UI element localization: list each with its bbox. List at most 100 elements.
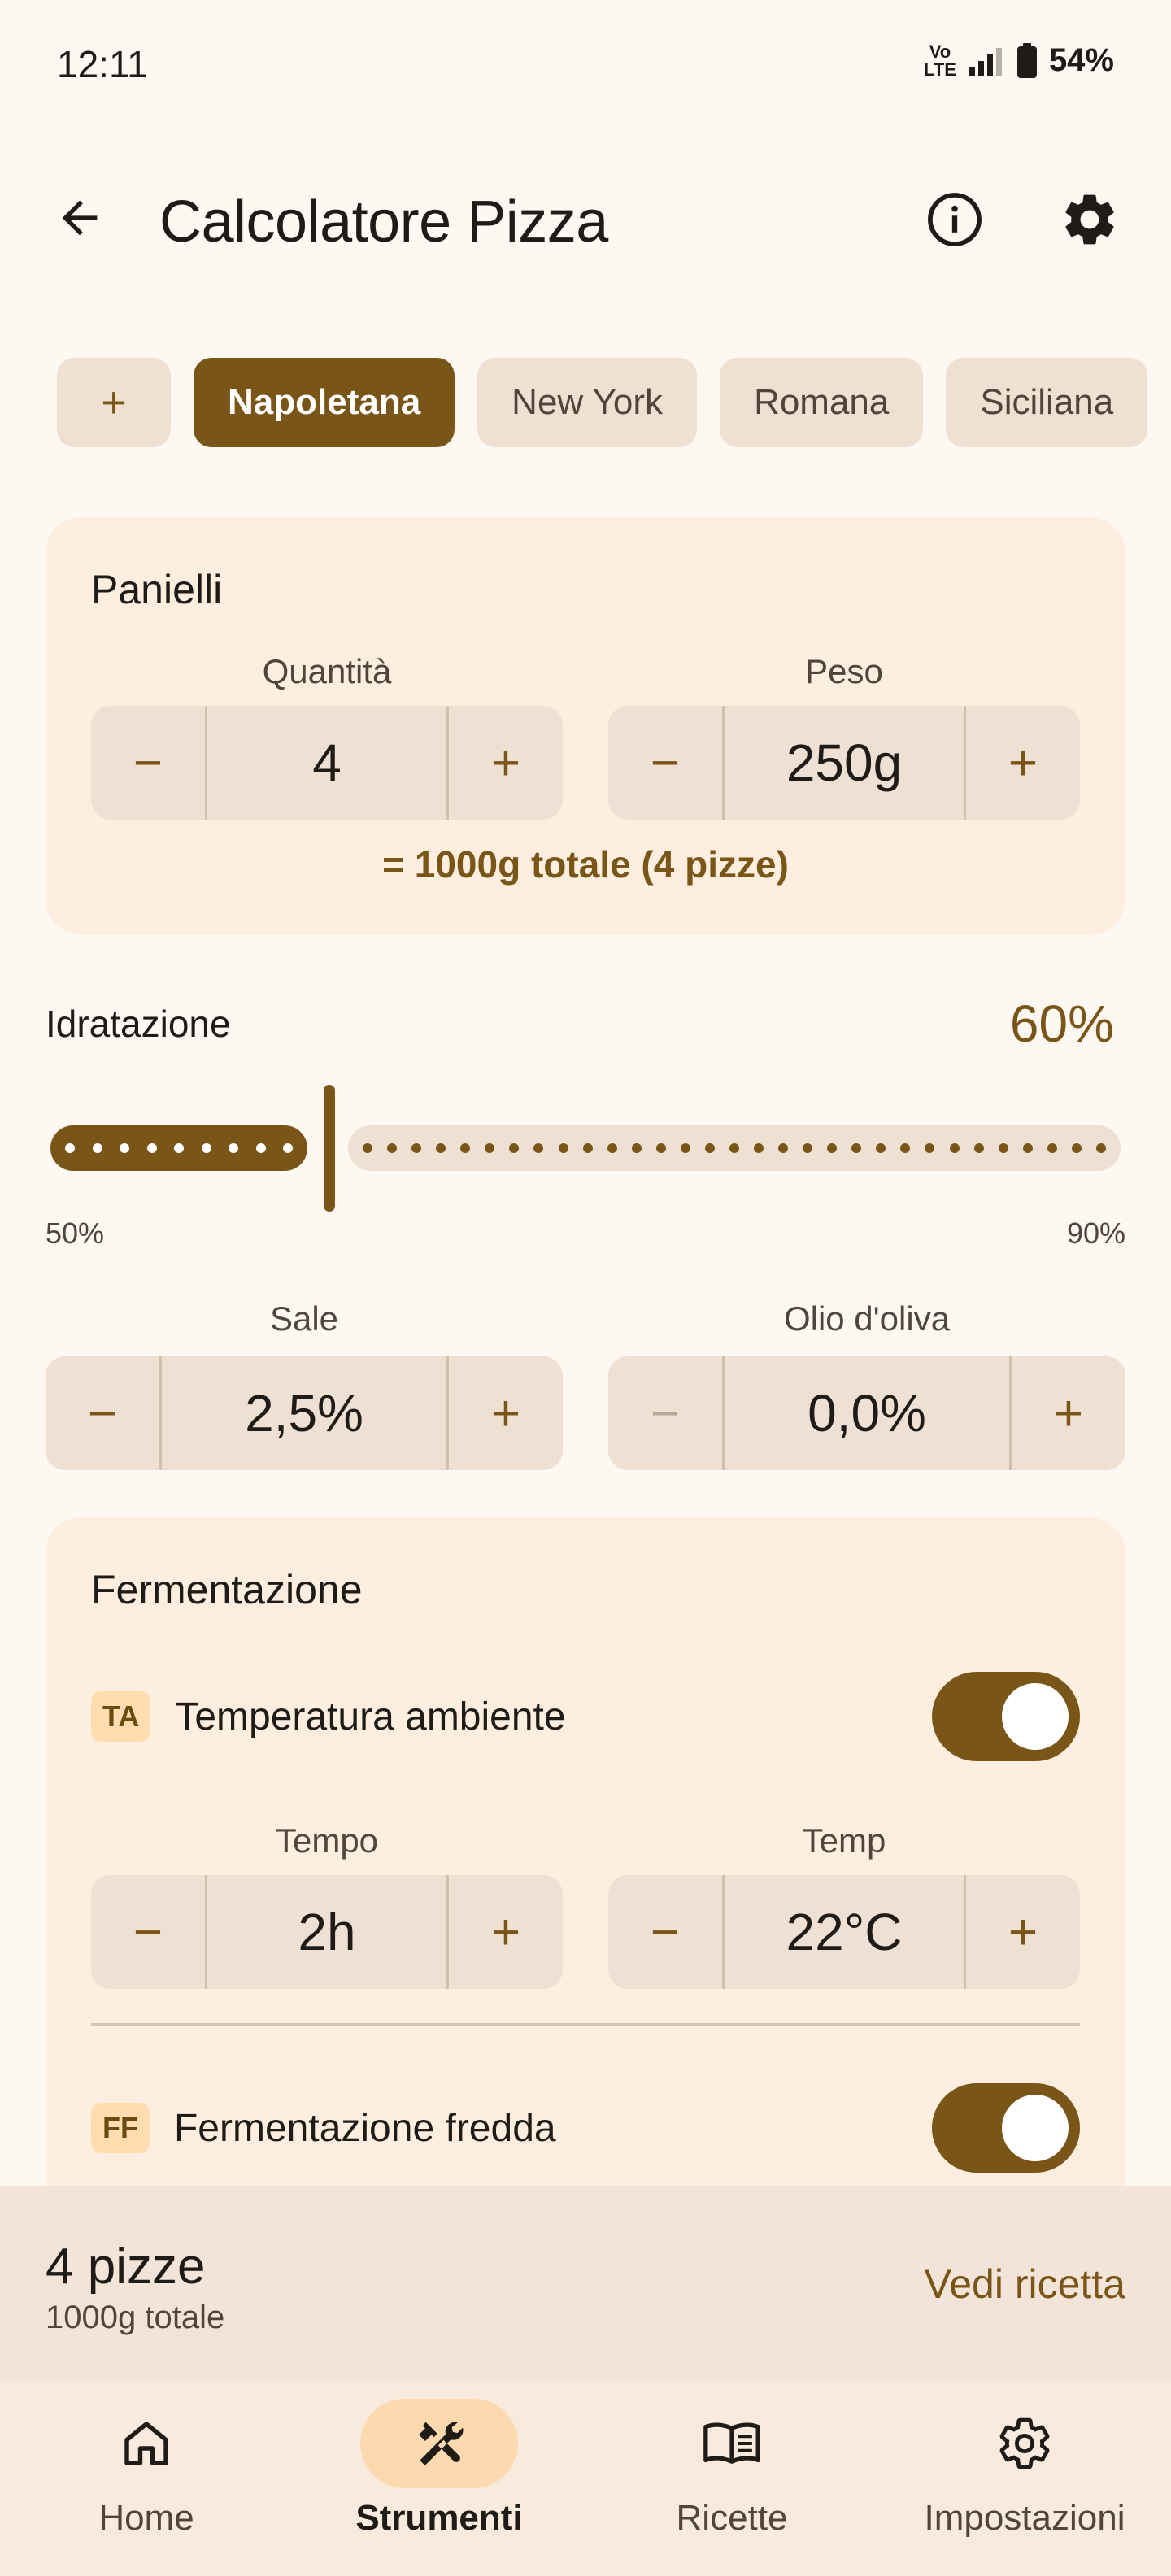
room-temp-row: TA Temperatura ambiente xyxy=(91,1672,1080,1761)
cold-ferm-row: FF Fermentazione fredda xyxy=(91,2083,1080,2173)
nav-label-impostazioni: Impostazioni xyxy=(924,2498,1125,2538)
add-style-button[interactable]: + xyxy=(57,358,171,447)
room-temp-badge: TA xyxy=(91,1691,151,1742)
slider-tick xyxy=(146,1143,157,1153)
hydration-label: Idratazione xyxy=(46,1003,231,1045)
time-plus-button[interactable]: + xyxy=(449,1875,563,1989)
oil-value: 0,0% xyxy=(722,1356,1012,1470)
oil-minus-button[interactable]: − xyxy=(608,1356,722,1470)
slider-tick xyxy=(558,1143,568,1153)
nav-impostazioni[interactable]: Impostazioni xyxy=(878,2381,1171,2576)
volte-icon: Vo LTE xyxy=(923,41,956,80)
time-stepper: − 2h + xyxy=(91,1875,563,1989)
status-icons: Vo LTE 54% xyxy=(924,42,1114,79)
chip-new-york[interactable]: New York xyxy=(477,358,698,447)
nav-home[interactable]: Home xyxy=(0,2381,293,2576)
slider-tick xyxy=(411,1143,422,1153)
slider-tick xyxy=(1071,1143,1082,1153)
view-recipe-button[interactable]: Vedi ricetta xyxy=(925,2261,1125,2308)
weight-minus-button[interactable]: − xyxy=(608,706,722,820)
nav-strumenti[interactable]: Strumenti xyxy=(293,2381,586,2576)
slider-tick xyxy=(533,1143,544,1153)
temp-plus-button[interactable]: + xyxy=(966,1875,1080,1989)
tools-icon xyxy=(419,2422,464,2465)
hydration-value: 60% xyxy=(1009,994,1114,1053)
slider-tick xyxy=(680,1143,690,1153)
temp-minus-button[interactable]: − xyxy=(608,1875,722,1989)
nav-label-ricette: Ricette xyxy=(676,2498,788,2538)
slider-thumb[interactable] xyxy=(324,1085,335,1212)
hydration-min-label: 50% xyxy=(46,1216,105,1250)
hydration-max-label: 90% xyxy=(1066,1216,1125,1250)
info-button[interactable] xyxy=(916,181,994,259)
salt-plus-button[interactable]: + xyxy=(449,1356,563,1470)
slider-track-active xyxy=(50,1125,307,1171)
gear-icon xyxy=(1065,194,1114,245)
summary-title: 4 pizze xyxy=(46,2239,206,2295)
slider-tick xyxy=(120,1143,129,1153)
slider-tick xyxy=(387,1143,398,1153)
settings-button[interactable] xyxy=(1051,181,1129,259)
slider-ticks-inactive xyxy=(348,1125,1121,1171)
battery-icon xyxy=(1016,42,1037,78)
slider-tick xyxy=(582,1143,593,1153)
weight-plus-button[interactable]: + xyxy=(966,706,1080,820)
battery-level: 54% xyxy=(1048,42,1114,78)
summary-subtitle: 1000g totale xyxy=(46,2300,225,2335)
back-button[interactable] xyxy=(46,184,114,252)
slider-tick xyxy=(754,1143,764,1153)
room-temp-switch[interactable] xyxy=(932,1672,1080,1761)
nav-ricette[interactable]: Ricette xyxy=(586,2381,878,2576)
chip-siciliana[interactable]: Siciliana xyxy=(946,358,1148,447)
info-icon xyxy=(928,193,982,246)
temp-label: Temp xyxy=(802,1821,886,1860)
slider-tick xyxy=(363,1143,372,1153)
slider-tick xyxy=(607,1143,617,1153)
home-icon xyxy=(124,2422,168,2465)
slider-tick xyxy=(655,1143,666,1153)
quantity-stepper: − 4 + xyxy=(91,706,563,820)
salt-label: Sale xyxy=(269,1299,339,1338)
slider-tick xyxy=(174,1143,184,1153)
slider-tick xyxy=(803,1143,813,1153)
switch-knob xyxy=(1002,2095,1069,2161)
salt-value: 2,5% xyxy=(159,1356,449,1470)
cold-ferm-switch[interactable] xyxy=(932,2083,1080,2173)
slider-tick xyxy=(255,1143,266,1153)
slider-tick xyxy=(229,1143,238,1153)
cold-ferm-label: Fermentazione fredda xyxy=(173,2106,556,2150)
nav-indicator xyxy=(946,2399,1104,2488)
slider-tick xyxy=(485,1143,495,1153)
quantity-label: Quantità xyxy=(262,652,392,690)
arrow-back-icon xyxy=(62,200,98,236)
oil-stepper: − 0,0% + xyxy=(608,1356,1125,1470)
slider-tick xyxy=(827,1143,838,1153)
slider-tick xyxy=(201,1143,211,1153)
quantity-value: 4 xyxy=(205,706,449,820)
quantity-plus-button[interactable]: + xyxy=(449,706,563,820)
chip-napoletana[interactable]: Napoletana xyxy=(194,358,455,447)
time-label: Tempo xyxy=(275,1821,379,1860)
quantity-minus-button[interactable]: − xyxy=(91,706,205,820)
time-minus-button[interactable]: − xyxy=(91,1875,205,1989)
weight-stepper: − 250g + xyxy=(608,706,1080,820)
nav-label-strumenti: Strumenti xyxy=(355,2498,523,2538)
slider-tick xyxy=(998,1143,1008,1153)
bottom-navigation: Home Strumenti Ricette Impostazioni xyxy=(0,2381,1171,2576)
slider-tick xyxy=(65,1143,75,1153)
oil-plus-button[interactable]: + xyxy=(1012,1356,1125,1470)
slider-tick xyxy=(925,1143,935,1153)
salt-minus-button[interactable]: − xyxy=(46,1356,159,1470)
slider-tick xyxy=(436,1143,446,1153)
temp-value: 22°C xyxy=(722,1875,966,1989)
weight-value: 250g xyxy=(722,706,966,820)
slider-tick xyxy=(460,1143,471,1153)
fermentation-divider xyxy=(91,2023,1080,2026)
oil-label: Olio d'oliva xyxy=(783,1299,951,1338)
nav-indicator xyxy=(653,2399,811,2488)
slider-tick xyxy=(778,1143,789,1153)
slider-tick xyxy=(729,1143,739,1153)
chip-romana[interactable]: Romana xyxy=(720,358,924,447)
cold-ferm-badge: FF xyxy=(91,2103,150,2153)
gear-icon xyxy=(999,2417,1050,2469)
